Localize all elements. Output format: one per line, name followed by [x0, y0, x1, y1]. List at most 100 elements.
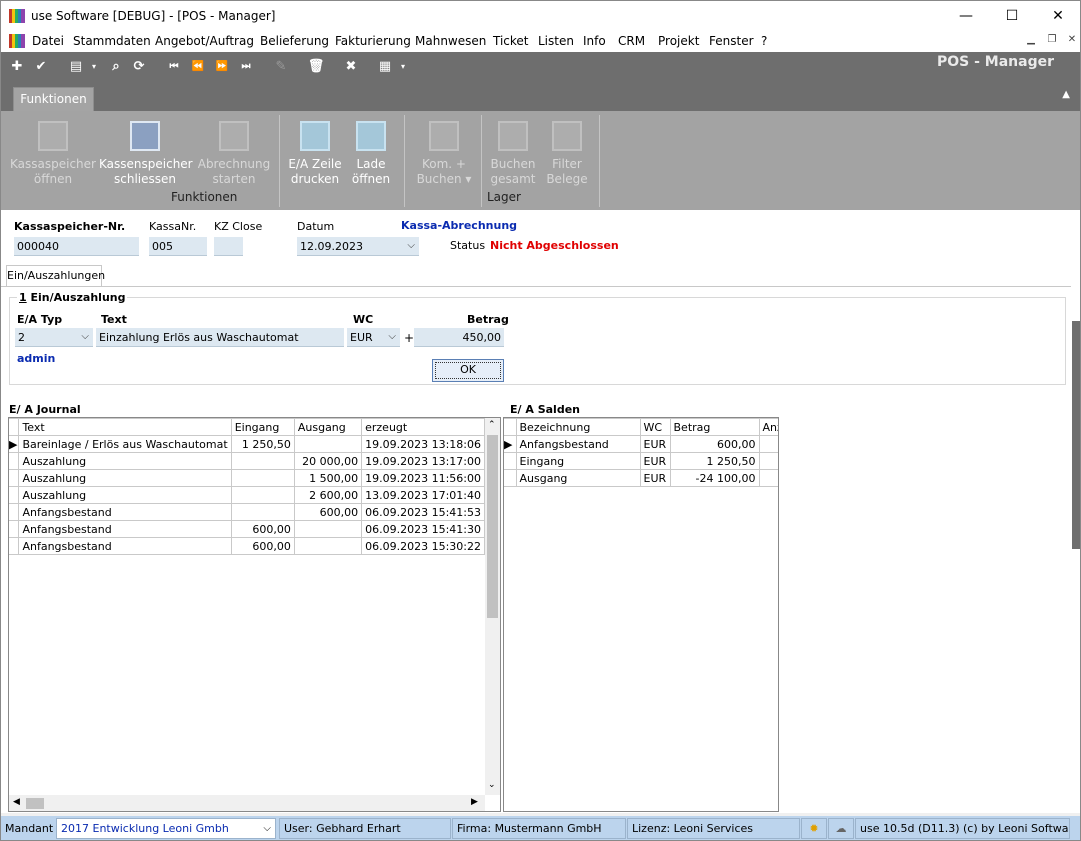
cell-text[interactable]: Auszahlung	[18, 469, 232, 487]
menu-belieferung[interactable]: Belieferung	[260, 34, 329, 48]
journal-horizontal-scrollbar[interactable]: ◀ ▶	[9, 795, 485, 811]
journal-vertical-scrollbar[interactable]: ⌃ ⌄	[485, 418, 500, 795]
table-row[interactable]: Auszahlung 2 600,00 13.09.2023 17:01:40	[9, 486, 485, 504]
app-menu-icon[interactable]	[9, 34, 25, 48]
cell-ausgang[interactable]	[293, 435, 363, 453]
menu-stammdaten[interactable]: Stammdaten	[73, 34, 151, 48]
mdi-minimize-icon[interactable]: ▁	[1023, 34, 1039, 48]
typ-select[interactable]: 2 ⌵	[15, 328, 93, 347]
first-icon[interactable]: ⏮	[165, 58, 183, 76]
table-row[interactable]: Anfangsbestand 600,00 06.09.2023 15:41:3…	[9, 520, 485, 538]
text-field[interactable]: Einzahlung Erlös aus Waschautomat	[96, 328, 344, 347]
table-row[interactable]: Eingang EUR 1 250,50	[504, 452, 778, 470]
kassaspeicher-oeffnen-button[interactable]: Kassaspeicher öffnen	[7, 121, 99, 187]
col-bezeichnung[interactable]: Bezeichnung	[515, 418, 641, 436]
cell-ausgang[interactable]: 2 600,00	[293, 486, 363, 504]
wc-select[interactable]: EUR ⌵	[347, 328, 400, 347]
table-row[interactable]: Auszahlung 20 000,00 19.09.2023 13:17:00	[9, 452, 485, 470]
last-icon[interactable]: ⏭	[237, 58, 255, 76]
kassa-abrechnung-link[interactable]: Kassa-Abrechnung	[401, 219, 517, 232]
cell-bezeichnung[interactable]: Ausgang	[515, 469, 641, 487]
scroll-down-icon[interactable]: ⌄	[488, 780, 496, 790]
cell-erzeugt[interactable]: 06.09.2023 15:41:53	[361, 503, 485, 521]
col-eingang[interactable]: Eingang	[230, 418, 295, 436]
close-icon[interactable]: ✖	[342, 58, 360, 76]
tab-ein-auszahlungen[interactable]: Ein/Auszahlungen	[6, 265, 105, 286]
cell-bezeichnung[interactable]: Eingang	[515, 452, 641, 470]
mandant-select[interactable]: 2017 Entwicklung Leoni Gmbh ⌵	[56, 818, 276, 839]
kassaspeicher-field[interactable]: 000040	[14, 237, 139, 256]
cell-erzeugt[interactable]: 06.09.2023 15:41:30	[361, 520, 485, 538]
scroll-thumb[interactable]	[487, 435, 498, 618]
cell-eingang[interactable]: 1 250,50	[230, 435, 295, 453]
cell-wc[interactable]: EUR	[639, 469, 671, 487]
cell-wc[interactable]: EUR	[639, 452, 671, 470]
ok-button[interactable]: OK	[432, 359, 504, 382]
cell-text[interactable]: Auszahlung	[18, 452, 232, 470]
cell-eingang[interactable]: 600,00	[230, 520, 295, 538]
cell-betrag[interactable]: 1 250,50	[669, 452, 760, 470]
menu-crm[interactable]: CRM	[618, 34, 645, 48]
menu-listen[interactable]: Listen	[538, 34, 574, 48]
scroll-right-icon[interactable]: ▶	[471, 797, 478, 807]
menu-help[interactable]: ?	[761, 34, 767, 48]
cell-wc[interactable]: EUR	[639, 435, 671, 453]
cell-ausgang[interactable]: 20 000,00	[293, 452, 363, 470]
next-icon[interactable]: ⏩	[213, 58, 231, 76]
scroll-up-icon[interactable]: ⌃	[488, 420, 496, 430]
kom-buchen-button[interactable]: Kom. + Buchen ▾	[411, 121, 477, 187]
kzclose-field[interactable]	[214, 237, 243, 256]
grid-icon[interactable]: ▦	[376, 58, 394, 76]
cell-erzeugt[interactable]: 19.09.2023 13:18:06	[361, 435, 485, 453]
cell-ausgang[interactable]: 1 500,00	[293, 469, 363, 487]
delete-icon[interactable]: 🗑	[307, 58, 325, 76]
kassenspeicher-schliessen-button[interactable]: Kassenspeicher schliessen	[99, 121, 193, 187]
menu-fenster[interactable]: Fenster	[709, 34, 754, 48]
filter-belege-button[interactable]: Filter Belege	[543, 121, 591, 187]
cell-eingang[interactable]	[230, 503, 295, 521]
connection-icon[interactable]: ☁	[828, 818, 854, 839]
cell-text[interactable]: Bareinlage / Erlös aus Waschautomat	[18, 435, 232, 453]
tab-funktionen[interactable]: Funktionen	[13, 87, 94, 111]
cell-text[interactable]: Auszahlung	[18, 486, 232, 504]
ea-zeile-drucken-button[interactable]: E/A Zeile drucken	[283, 121, 347, 187]
menu-projekt[interactable]: Projekt	[658, 34, 699, 48]
menu-info[interactable]: Info	[583, 34, 606, 48]
cell-betrag[interactable]: 600,00	[669, 435, 760, 453]
refresh-icon[interactable]: ⟳	[130, 58, 148, 76]
cell-erzeugt[interactable]: 13.09.2023 17:01:40	[361, 486, 485, 504]
edit-icon[interactable]: ✎	[272, 58, 290, 76]
print-icon[interactable]: ▤	[67, 58, 85, 76]
cell-betrag[interactable]: -24 100,00	[669, 469, 760, 487]
mdi-close-icon[interactable]: ✕	[1064, 34, 1080, 48]
menu-fakturierung[interactable]: Fakturierung	[335, 34, 411, 48]
table-row[interactable]: Anfangsbestand 600,00 06.09.2023 15:30:2…	[9, 537, 485, 555]
table-row[interactable]: ▶ Bareinlage / Erlös aus Waschautomat 1 …	[9, 435, 485, 453]
scroll-left-icon[interactable]: ◀	[13, 797, 20, 807]
cell-erzeugt[interactable]: 19.09.2023 11:56:00	[361, 469, 485, 487]
cell-eingang[interactable]	[230, 452, 295, 470]
cell-eingang[interactable]	[230, 469, 295, 487]
scroll-thumb[interactable]	[26, 798, 44, 809]
cell-eingang[interactable]: 600,00	[230, 537, 295, 555]
close-button[interactable]: ✕	[1035, 1, 1080, 31]
maximize-button[interactable]: ☐	[989, 1, 1035, 31]
col-betrag[interactable]: Betrag	[669, 418, 760, 436]
table-row[interactable]: ▶ Anfangsbestand EUR 600,00	[504, 435, 778, 453]
minimize-button[interactable]: —	[943, 1, 989, 31]
menu-mahnwesen[interactable]: Mahnwesen	[415, 34, 486, 48]
col-ausgang[interactable]: Ausgang	[293, 418, 363, 436]
mdi-restore-icon[interactable]: ❐	[1044, 34, 1060, 48]
cell-ausgang[interactable]: 600,00	[293, 503, 363, 521]
cell-bezeichnung[interactable]: Anfangsbestand	[515, 435, 641, 453]
datum-select[interactable]: 12.09.2023 ⌵	[297, 237, 419, 256]
cell-erzeugt[interactable]: 06.09.2023 15:30:22	[361, 537, 485, 555]
col-text[interactable]: Text	[18, 418, 232, 436]
abrechnung-starten-button[interactable]: Abrechnung starten	[191, 121, 277, 187]
cell-anz[interactable]	[758, 469, 778, 487]
grid-dropdown-icon[interactable]: ▾	[398, 58, 408, 76]
buchen-gesamt-button[interactable]: Buchen gesamt	[483, 121, 543, 187]
lade-oeffnen-button[interactable]: Lade öffnen	[347, 121, 395, 187]
menu-angebot-auftrag[interactable]: Angebot/Auftrag	[155, 34, 254, 48]
menu-datei[interactable]: Datei	[32, 34, 64, 48]
